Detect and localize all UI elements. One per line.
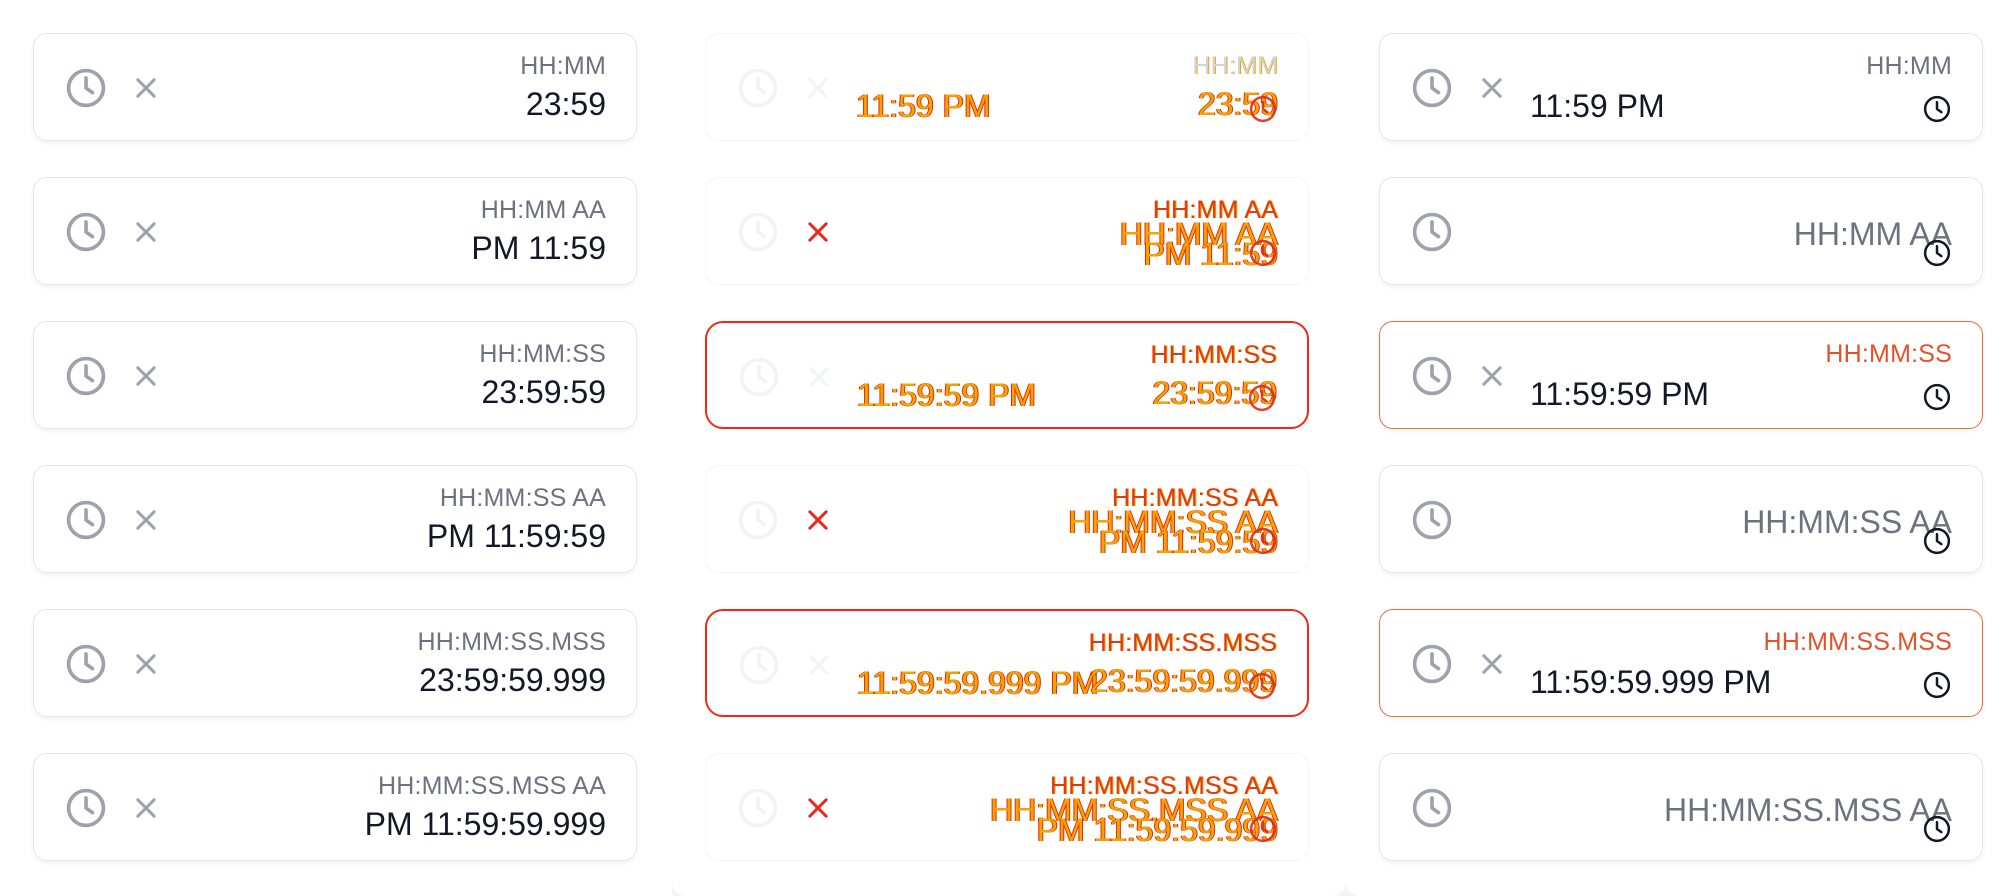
column-24h-format: HH:MM 23:59 HH:MM AA PM 11:59 HH:MM:SS 2…: [0, 0, 672, 896]
clear-icon[interactable]: [804, 506, 832, 534]
format-label: HH:MM: [1192, 52, 1278, 80]
clock-icon[interactable]: [1248, 526, 1278, 556]
clock-icon[interactable]: [1410, 354, 1454, 398]
time-input-hh-mm-ss[interactable]: HH:MM:SS 11:59:59 PM: [1379, 321, 1983, 429]
time-value: PM 11:59:59.999: [1036, 812, 1278, 848]
time-input-hh-mm-ss-aa[interactable]: HH:MM:SS AA PM 11:59:59: [33, 465, 637, 573]
clock-icon[interactable]: [1248, 814, 1278, 844]
clear-icon[interactable]: [1478, 362, 1506, 390]
clock-icon[interactable]: [1410, 210, 1454, 254]
clock-icon[interactable]: [64, 210, 108, 254]
time-placeholder: HH:MM:SS AA: [1742, 504, 1952, 540]
time-input-hh-mm[interactable]: HH:MM 11:59 PM: [1379, 33, 1983, 141]
clear-icon[interactable]: [804, 218, 832, 246]
time-input-hh-mm-ss[interactable]: HH:MM:SS 23:59:59: [33, 321, 637, 429]
time-value: PM 11:59:59: [426, 518, 606, 554]
time-input-hh-mm-ss-mss[interactable]: HH:MM:SS.MSS 11:59:59.999 PM 23:59:59.99…: [705, 609, 1309, 717]
clock-icon[interactable]: [64, 498, 108, 542]
clear-icon[interactable]: [132, 650, 160, 678]
clear-icon[interactable]: [804, 794, 832, 822]
clock-icon[interactable]: [1922, 526, 1952, 556]
clock-icon[interactable]: [1410, 66, 1454, 110]
time-value: 23:59:59: [481, 374, 606, 410]
time-value: PM 11:59: [471, 230, 606, 266]
format-label: HH:MM:SS.MSS AA: [377, 772, 606, 800]
clock-icon[interactable]: [1247, 383, 1277, 413]
clock-icon[interactable]: [1922, 238, 1952, 268]
clear-icon[interactable]: [132, 506, 160, 534]
clock-icon[interactable]: [1248, 94, 1278, 124]
time-input-hh-mm-ss-mss-aa[interactable]: HH:MM:SS.MSS AA: [1379, 753, 1983, 861]
clock-icon[interactable]: [737, 355, 781, 399]
clock-icon[interactable]: [1410, 786, 1454, 830]
time-value: 11:59 PM: [1530, 88, 1665, 124]
time-input-hh-mm-ss-aa[interactable]: HH:MM:SS AA: [1379, 465, 1983, 573]
clear-icon[interactable]: [805, 363, 833, 391]
time-value: 23:59:59.999: [419, 662, 606, 698]
clock-icon[interactable]: [736, 498, 780, 542]
time-input-hh-mm-ss-mss-aa[interactable]: HH:MM:SS.MSS AA PM 11:59:59.999: [33, 753, 637, 861]
clock-icon[interactable]: [1922, 382, 1952, 412]
clock-icon[interactable]: [1247, 671, 1277, 701]
clock-icon[interactable]: [1922, 814, 1952, 844]
time-input-hh-mm-aa[interactable]: HH:MM AA PM 11:59: [33, 177, 637, 285]
time-input-hh-mm-ss-aa[interactable]: HH:MM:SS AA HH:MM:SS AA PM 11:59:59: [705, 465, 1309, 573]
clock-icon[interactable]: [64, 786, 108, 830]
format-label: HH:MM:SS.MSS: [1763, 628, 1952, 656]
time-value-12h: 11:59:59.999 PM: [857, 665, 1099, 701]
clock-icon[interactable]: [1922, 670, 1952, 700]
time-input-hh-mm[interactable]: HH:MM 11:59 PM 23:59: [705, 33, 1309, 141]
format-label: HH:MM:SS: [1150, 341, 1277, 369]
time-input-hh-mm-ss[interactable]: HH:MM:SS 11:59:59 PM 23:59:59: [705, 321, 1309, 429]
clock-icon[interactable]: [1410, 498, 1454, 542]
clock-icon[interactable]: [64, 642, 108, 686]
time-value: 23:59: [525, 86, 606, 122]
format-label: HH:MM:SS.MSS: [1088, 629, 1277, 657]
time-input-hh-mm-ss-mss[interactable]: HH:MM:SS.MSS 23:59:59.999: [33, 609, 637, 717]
time-input-hh-mm-aa[interactable]: HH:MM AA: [1379, 177, 1983, 285]
time-value: 11:59:59.999 PM: [1530, 664, 1772, 700]
time-value: PM 11:59:59.999: [364, 806, 606, 842]
time-input-hh-mm-ss-mss[interactable]: HH:MM:SS.MSS 11:59:59.999 PM: [1379, 609, 1983, 717]
format-label: HH:MM:SS: [1825, 340, 1952, 368]
clear-icon[interactable]: [805, 651, 833, 679]
column-12h-format: HH:MM 11:59 PM HH:MM AA HH:MM:SS 11:59:5…: [1346, 0, 2016, 896]
clock-icon[interactable]: [64, 354, 108, 398]
format-label: HH:MM: [520, 52, 606, 80]
format-label: HH:MM AA: [480, 196, 606, 224]
time-value: 11:59:59 PM: [1530, 376, 1710, 412]
clock-icon[interactable]: [736, 66, 780, 110]
clear-icon[interactable]: [132, 218, 160, 246]
format-label: HH:MM:SS: [479, 340, 606, 368]
clock-icon[interactable]: [736, 210, 780, 254]
clock-icon[interactable]: [1922, 94, 1952, 124]
time-input-hh-mm[interactable]: HH:MM 23:59: [33, 33, 637, 141]
clock-icon[interactable]: [737, 643, 781, 687]
clear-icon[interactable]: [132, 74, 160, 102]
format-label: HH:MM: [1866, 52, 1952, 80]
clear-icon[interactable]: [1478, 74, 1506, 102]
clock-icon[interactable]: [64, 66, 108, 110]
clear-icon[interactable]: [132, 362, 160, 390]
time-input-hh-mm-ss-mss-aa[interactable]: HH:MM:SS.MSS AA HH:MM:SS.MSS AA PM 11:59…: [705, 753, 1309, 861]
clear-icon[interactable]: [804, 74, 832, 102]
column-diff-overlay: HH:MM 11:59 PM 23:59 HH:MM AA HH:MM AA P…: [672, 0, 1346, 896]
time-value-12h: 11:59:59 PM: [857, 377, 1037, 413]
clock-icon[interactable]: [736, 786, 780, 830]
clear-icon[interactable]: [132, 794, 160, 822]
format-label: HH:MM:SS AA: [439, 484, 606, 512]
clear-icon[interactable]: [1478, 650, 1506, 678]
clock-icon[interactable]: [1248, 238, 1278, 268]
time-placeholder: HH:MM:SS.MSS AA: [1663, 792, 1952, 828]
time-input-hh-mm-aa[interactable]: HH:MM AA HH:MM AA PM 11:59: [705, 177, 1309, 285]
time-value-12h: 11:59 PM: [856, 88, 991, 124]
clock-icon[interactable]: [1410, 642, 1454, 686]
format-label: HH:MM:SS.MSS: [417, 628, 606, 656]
